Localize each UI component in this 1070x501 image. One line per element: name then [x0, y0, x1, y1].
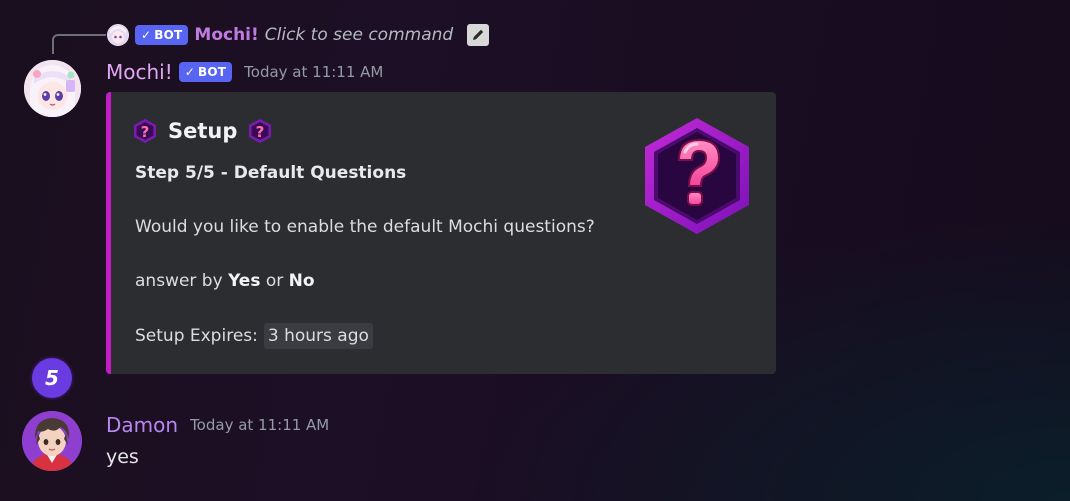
checkmark-icon: ✓ [141, 28, 152, 42]
reply-bot-tag-label: BOT [154, 28, 183, 42]
damon-avatar[interactable] [22, 411, 82, 471]
embed-title-text: Setup [168, 119, 238, 143]
answer-yes: Yes [228, 271, 261, 291]
question-mark-icon: ? [247, 118, 273, 144]
message-header: Damon Today at 11:11 AM [106, 411, 329, 439]
question-mark-icon: ? [132, 118, 158, 144]
expires-label: Setup Expires: [135, 326, 258, 346]
message-content: yes [106, 446, 139, 468]
answer-no: No [288, 271, 315, 291]
reply-connector [52, 34, 106, 54]
mochi-avatar[interactable] [24, 60, 81, 117]
svg-text:?: ? [256, 123, 265, 141]
bot-tag: ✓ BOT [178, 62, 233, 82]
bot-tag-label: BOT [198, 65, 227, 79]
answer-prefix: answer by [135, 271, 223, 291]
reply-avatar[interactable] [107, 24, 129, 46]
timestamp[interactable]: Today at 11:11 AM [244, 63, 383, 81]
reply-author[interactable]: Mochi! [194, 25, 258, 45]
embed-expires: Setup Expires: 3 hours ago [135, 323, 373, 349]
setup-embed: ? Setup ? Step 5/5 - Default Questions W… [106, 92, 776, 374]
embed-title: ? Setup ? [132, 118, 273, 144]
timestamp[interactable]: Today at 11:11 AM [190, 416, 329, 434]
embed-question: Would you like to enable the default Moc… [135, 217, 595, 237]
embed-step: Step 5/5 - Default Questions [135, 163, 407, 183]
expires-timestamp[interactable]: 3 hours ago [263, 323, 373, 349]
embed-answer-instructions: answer by Yes or No [135, 271, 315, 291]
checkmark-icon: ✓ [184, 65, 196, 79]
reply-bot-tag: ✓ BOT [135, 25, 189, 45]
answer-or: or [265, 271, 284, 291]
count-badge[interactable]: 5 [32, 358, 72, 398]
svg-text:?: ? [141, 123, 150, 141]
reply-reference[interactable]: ✓ BOT Mochi! Click to see command [107, 22, 490, 48]
author-name[interactable]: Mochi! [106, 60, 173, 84]
reply-content[interactable]: Click to see command [265, 25, 453, 45]
hexagon-question-icon[interactable] [641, 116, 753, 236]
author-name[interactable]: Damon [106, 413, 178, 437]
message-header: Mochi! ✓ BOT Today at 11:11 AM [106, 58, 383, 86]
pencil-icon [467, 24, 490, 46]
